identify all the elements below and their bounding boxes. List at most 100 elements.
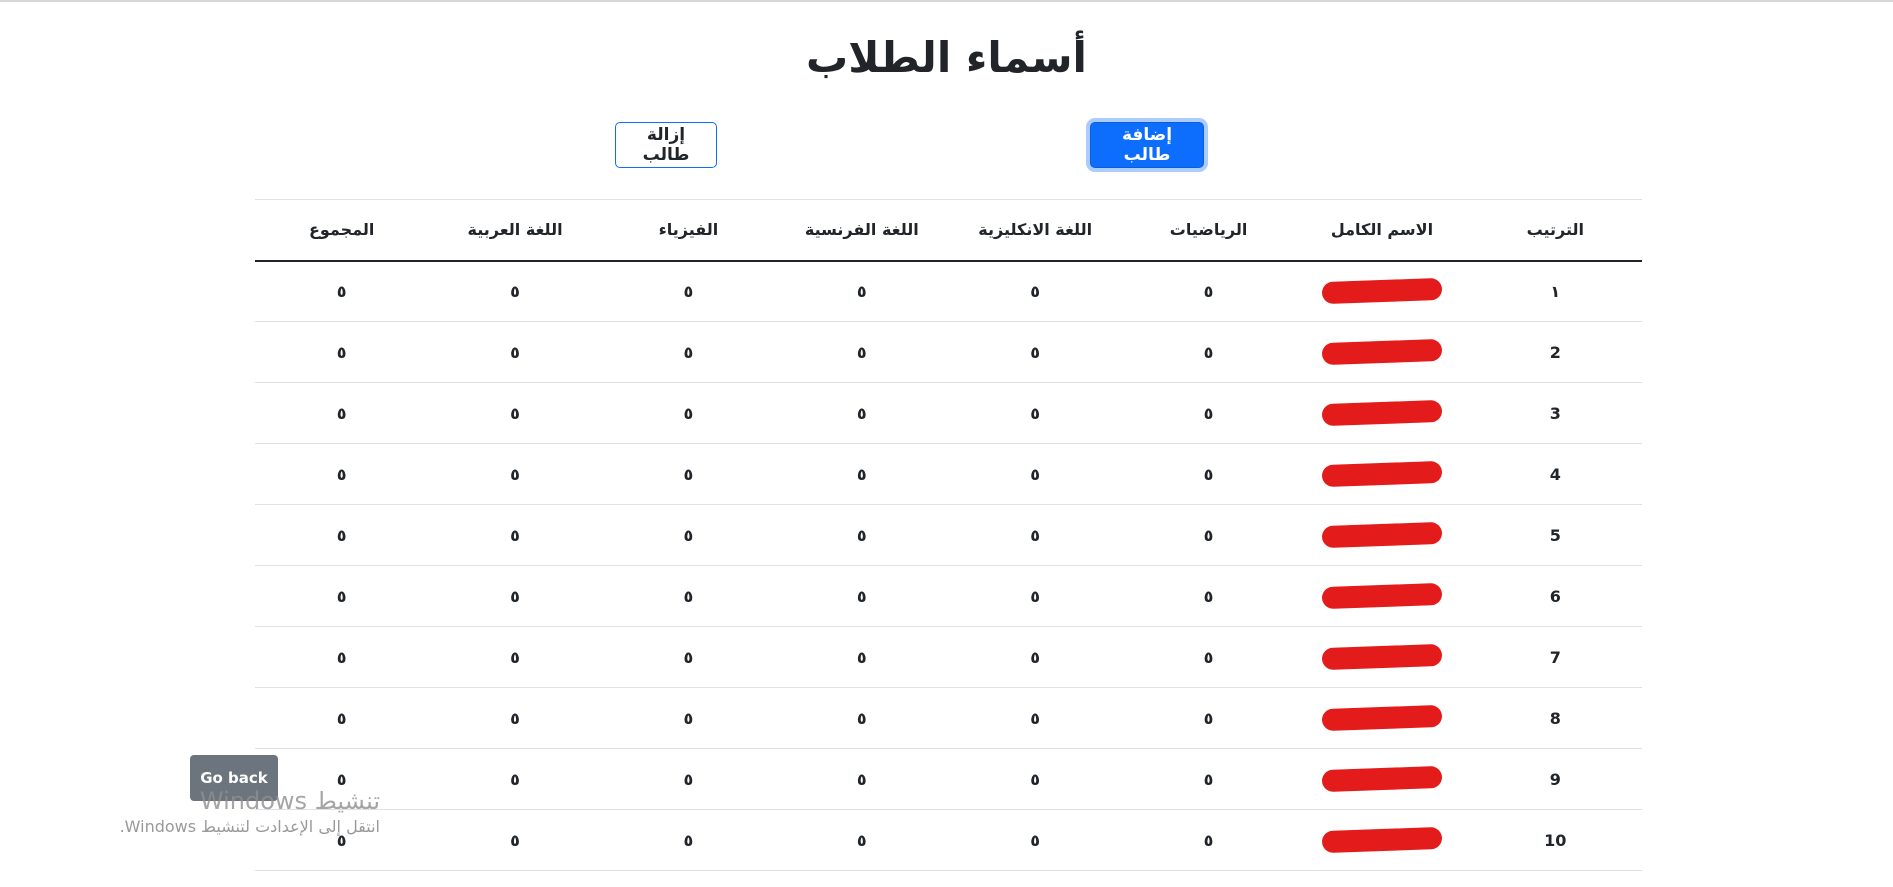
redaction-mark [1321, 582, 1443, 610]
cell-physics: ٥ [683, 830, 694, 850]
windows-activation-watermark: تنشيط Windows انتقل إلى الإعدادت لتنشيط … [90, 786, 380, 838]
page-title: أسماء الطلاب [806, 33, 1087, 82]
redaction-mark [1321, 765, 1443, 793]
table-row: 7 ٥ ٥ ٥ ٥ ٥ ٥ [255, 627, 1642, 688]
header-rank: الترتيب [1526, 220, 1585, 240]
header-total: المجموع [308, 220, 375, 240]
cell-french: ٥ [856, 586, 867, 606]
cell-english: ٥ [1030, 525, 1041, 545]
header-math: الرياضيات [1169, 220, 1248, 240]
cell-full-name [1295, 322, 1468, 383]
cell-english: ٥ [1030, 281, 1041, 301]
table-row: ١ ٥ ٥ ٥ ٥ ٥ ٥ [255, 261, 1642, 322]
table-header-row: الترتيب الاسم الكامل الرياضيات اللغة الا… [255, 199, 1642, 261]
cell-french: ٥ [856, 769, 867, 789]
table-row: 10 ٥ ٥ ٥ ٥ ٥ ٥ [255, 810, 1642, 871]
cell-rank: 6 [1549, 586, 1561, 606]
header-full-name: الاسم الكامل [1330, 220, 1434, 240]
redaction-mark [1321, 338, 1443, 366]
cell-math: ٥ [1203, 708, 1214, 728]
cell-english: ٥ [1030, 769, 1041, 789]
cell-rank: 7 [1549, 647, 1561, 667]
cell-full-name [1295, 688, 1468, 749]
cell-arabic: ٥ [510, 647, 520, 667]
students-table: الترتيب الاسم الكامل الرياضيات اللغة الا… [255, 199, 1642, 871]
cell-french: ٥ [856, 525, 867, 545]
cell-english: ٥ [1030, 708, 1041, 728]
cell-french: ٥ [856, 342, 867, 362]
cell-total: ٥ [336, 464, 347, 484]
cell-arabic: ٥ [510, 342, 520, 362]
cell-physics: ٥ [683, 403, 694, 423]
cell-math: ٥ [1203, 586, 1214, 606]
cell-math: ٥ [1203, 525, 1214, 545]
cell-french: ٥ [856, 830, 867, 850]
table-row: 2 ٥ ٥ ٥ ٥ ٥ ٥ [255, 322, 1642, 383]
cell-arabic: ٥ [510, 403, 520, 423]
cell-full-name [1295, 627, 1468, 688]
cell-rank: 3 [1549, 403, 1561, 423]
cell-total: ٥ [336, 647, 347, 667]
header-physics: الفيزياء [658, 220, 719, 240]
cell-total: ٥ [336, 281, 347, 301]
cell-total: ٥ [336, 403, 347, 423]
redaction-mark [1321, 399, 1443, 427]
cell-math: ٥ [1203, 342, 1214, 362]
cell-rank: ١ [1550, 281, 1561, 301]
redaction-mark [1321, 643, 1443, 671]
students-table-wrapper: الترتيب الاسم الكامل الرياضيات اللغة الا… [255, 199, 1642, 871]
cell-physics: ٥ [683, 281, 694, 301]
redaction-mark [1321, 460, 1443, 488]
cell-arabic: ٥ [510, 464, 520, 484]
watermark-title: تنشيط Windows [199, 787, 380, 815]
header-english: اللغة الانكليزية [978, 220, 1093, 240]
add-student-button[interactable]: إضافة طالب [1090, 122, 1204, 168]
table-row: 8 ٥ ٥ ٥ ٥ ٥ ٥ [255, 688, 1642, 749]
cell-french: ٥ [856, 464, 867, 484]
redaction-mark [1321, 704, 1443, 732]
table-row: 9٥٥٥٥٥٥ [255, 749, 1642, 810]
cell-math: ٥ [1203, 647, 1214, 667]
cell-physics: ٥ [683, 464, 694, 484]
cell-physics: ٥ [683, 342, 694, 362]
cell-french: ٥ [856, 647, 867, 667]
cell-rank: 10 [1544, 830, 1567, 850]
cell-full-name [1295, 444, 1468, 505]
cell-full-name [1295, 261, 1468, 322]
header-french: اللغة الفرنسية [804, 220, 919, 240]
cell-french: ٥ [856, 403, 867, 423]
cell-full-name [1295, 505, 1468, 566]
cell-english: ٥ [1030, 464, 1041, 484]
cell-math: ٥ [1203, 464, 1214, 484]
cell-english: ٥ [1030, 403, 1041, 423]
cell-full-name [1295, 383, 1468, 444]
cell-full-name [1295, 749, 1468, 810]
cell-rank: 2 [1549, 342, 1561, 362]
cell-total: ٥ [336, 525, 347, 545]
cell-total: ٥ [336, 708, 347, 728]
cell-english: ٥ [1030, 830, 1041, 850]
cell-arabic: ٥ [510, 708, 520, 728]
watermark-subtitle: انتقل إلى الإعدادت لتنشيط Windows. [119, 817, 380, 836]
cell-english: ٥ [1030, 342, 1041, 362]
table-row: 4 ٥ ٥ ٥ ٥ ٥ ٥ [255, 444, 1642, 505]
cell-physics: ٥ [683, 769, 694, 789]
remove-student-button[interactable]: إزالة طالب [615, 122, 717, 168]
cell-math: ٥ [1203, 403, 1214, 423]
cell-math: ٥ [1203, 830, 1214, 850]
cell-physics: ٥ [683, 586, 694, 606]
header-arabic: اللغة العربية [467, 220, 563, 240]
redaction-mark [1321, 826, 1443, 854]
table-row: 5 ٥ ٥ ٥ ٥ ٥ ٥ [255, 505, 1642, 566]
cell-math: ٥ [1203, 281, 1214, 301]
cell-english: ٥ [1030, 647, 1041, 667]
redaction-mark [1321, 278, 1443, 305]
cell-rank: 4 [1549, 464, 1561, 484]
cell-arabic: ٥ [510, 769, 520, 789]
table-row: 3 ٥ ٥ ٥ ٥ ٥ ٥ [255, 383, 1642, 444]
cell-arabic: ٥ [510, 281, 520, 301]
cell-total: ٥ [336, 586, 347, 606]
cell-total: ٥ [336, 342, 347, 362]
cell-full-name [1295, 810, 1468, 871]
cell-physics: ٥ [683, 525, 694, 545]
